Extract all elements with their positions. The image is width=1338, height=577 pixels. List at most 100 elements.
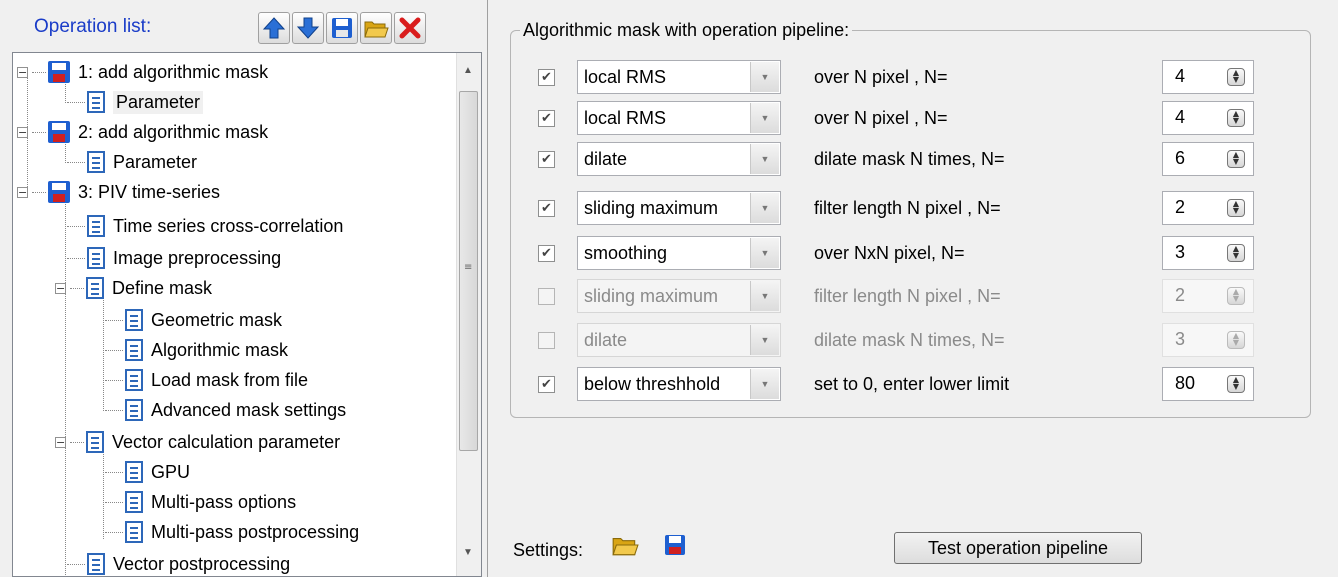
pipeline-title: Algorithmic mask with operation pipeline… [520,20,853,41]
tree-node-vector-calculation[interactable]: − Vector calculation parameter [55,427,340,457]
grip-icon: ≡ [464,262,473,273]
tree-node-image-preprocessing[interactable]: Image preprocessing [67,243,281,273]
collapse-icon[interactable]: − [17,126,28,138]
tree-node-op1[interactable]: − 1: add algorithmic mask [17,57,268,87]
settings-label: Settings: [513,540,584,560]
chevron-down-icon[interactable]: ▼ [750,281,779,311]
row-checkbox[interactable]: ✔ [538,69,555,86]
spinner-icon[interactable]: ▲ ▼ [1227,68,1245,86]
n-stepper[interactable]: 6 ▲ ▼ [1162,142,1254,176]
scroll-up-icon[interactable]: ▲ [463,65,473,76]
operation-select[interactable]: local RMS ▼ [577,101,781,135]
collapse-icon[interactable]: − [55,436,66,448]
operation-list-panel: Operation list: − 1: add algorithmic mas… [0,0,488,577]
n-stepper[interactable]: 2 ▲ ▼ [1162,279,1254,313]
load-settings-button[interactable] [610,530,640,560]
move-down-button[interactable] [292,12,324,44]
tree-node-vector-postprocessing[interactable]: Vector postprocessing [67,549,290,576]
tree-node-op1-parameter[interactable]: Parameter [67,87,204,117]
test-pipeline-button[interactable]: Test operation pipeline [894,532,1142,564]
row-checkbox[interactable]: ✔ [538,151,555,168]
move-down-icon [296,17,320,39]
document-icon [86,277,104,299]
document-icon [87,91,105,113]
spinner-icon[interactable]: ▲ ▼ [1227,287,1245,305]
operation-select[interactable]: dilate ▼ [577,323,781,357]
document-icon [87,553,105,575]
tree-scrollbar[interactable]: ▲ ≡ ▼ [456,53,481,576]
document-icon [125,309,143,331]
row-checkbox[interactable]: ✔ [538,376,555,393]
row-checkbox[interactable] [538,288,555,305]
row-checkbox[interactable]: ✔ [538,110,555,127]
open-list-button[interactable] [360,12,392,44]
delete-icon [399,17,421,39]
spinner-icon[interactable]: ▲ ▼ [1227,375,1245,393]
chevron-down-icon[interactable]: ▼ [750,238,779,268]
document-icon [125,399,143,421]
tree-node-multi-pass-postprocessing[interactable]: Multi-pass postprocessing [105,517,359,547]
operation-tree[interactable]: − 1: add algorithmic mask Parameter − 2:… [12,52,482,577]
spinner-icon[interactable]: ▲ ▼ [1227,109,1245,127]
operation-select[interactable]: smoothing ▼ [577,236,781,270]
tree-node-op3[interactable]: − 3: PIV time-series [17,177,220,207]
collapse-icon[interactable]: − [17,66,28,78]
tree-node-define-mask[interactable]: − Define mask [55,273,212,303]
document-icon [125,369,143,391]
floppy-icon [48,181,70,203]
document-icon [125,491,143,513]
move-up-button[interactable] [258,12,290,44]
n-stepper[interactable]: 4 ▲ ▼ [1162,101,1254,135]
collapse-icon[interactable]: − [17,186,28,198]
tree-node-time-series[interactable]: Time series cross-correlation [67,211,343,241]
move-up-icon [262,17,286,39]
n-stepper[interactable]: 80 ▲ ▼ [1162,367,1254,401]
save-settings-button[interactable] [660,530,690,560]
operation-select[interactable]: below threshhold ▼ [577,367,781,401]
tree-node-advanced-mask[interactable]: Advanced mask settings [105,395,346,425]
floppy-icon [48,61,70,83]
chevron-down-icon[interactable]: ▼ [750,103,779,133]
n-stepper[interactable]: 3 ▲ ▼ [1162,323,1254,357]
document-icon [86,431,104,453]
tree-node-op2-parameter[interactable]: Parameter [67,147,197,177]
document-icon [87,151,105,173]
document-icon [87,215,105,237]
operation-select[interactable]: sliding maximum ▼ [577,191,781,225]
floppy-icon [48,121,70,143]
n-stepper[interactable]: 2 ▲ ▼ [1162,191,1254,225]
tree-node-gpu[interactable]: GPU [105,457,190,487]
chevron-down-icon[interactable]: ▼ [750,369,779,399]
spinner-icon[interactable]: ▲ ▼ [1227,199,1245,217]
save-list-button[interactable] [326,12,358,44]
open-folder-icon [612,538,639,556]
spinner-icon[interactable]: ▲ ▼ [1227,150,1245,168]
row-checkbox[interactable]: ✔ [538,200,555,217]
chevron-down-icon[interactable]: ▼ [750,62,779,92]
chevron-down-icon[interactable]: ▼ [750,193,779,223]
spinner-icon[interactable]: ▲ ▼ [1227,244,1245,262]
operation-select[interactable]: local RMS ▼ [577,60,781,94]
scroll-down-icon[interactable]: ▼ [463,547,473,558]
row-checkbox[interactable] [538,332,555,349]
tree-node-load-mask[interactable]: Load mask from file [105,365,308,395]
tree-node-multi-pass-options[interactable]: Multi-pass options [105,487,296,517]
row-checkbox[interactable]: ✔ [538,245,555,262]
chevron-down-icon[interactable]: ▼ [750,144,779,174]
tree-node-algorithmic-mask[interactable]: Algorithmic mask [105,335,288,365]
document-icon [125,521,143,543]
operation-select[interactable]: dilate ▼ [577,142,781,176]
chevron-down-icon[interactable]: ▼ [750,325,779,355]
tree-node-geometric-mask[interactable]: Geometric mask [105,305,282,335]
n-stepper[interactable]: 4 ▲ ▼ [1162,60,1254,94]
document-icon [87,247,105,269]
document-icon [125,461,143,483]
operation-select[interactable]: sliding maximum ▼ [577,279,781,313]
scrollbar-thumb[interactable]: ≡ [459,91,478,451]
collapse-icon[interactable]: − [55,282,66,294]
delete-button[interactable] [394,12,426,44]
tree-node-op2[interactable]: − 2: add algorithmic mask [17,117,268,147]
spinner-icon[interactable]: ▲ ▼ [1227,331,1245,349]
n-stepper[interactable]: 3 ▲ ▼ [1162,236,1254,270]
save-icon [332,18,352,38]
